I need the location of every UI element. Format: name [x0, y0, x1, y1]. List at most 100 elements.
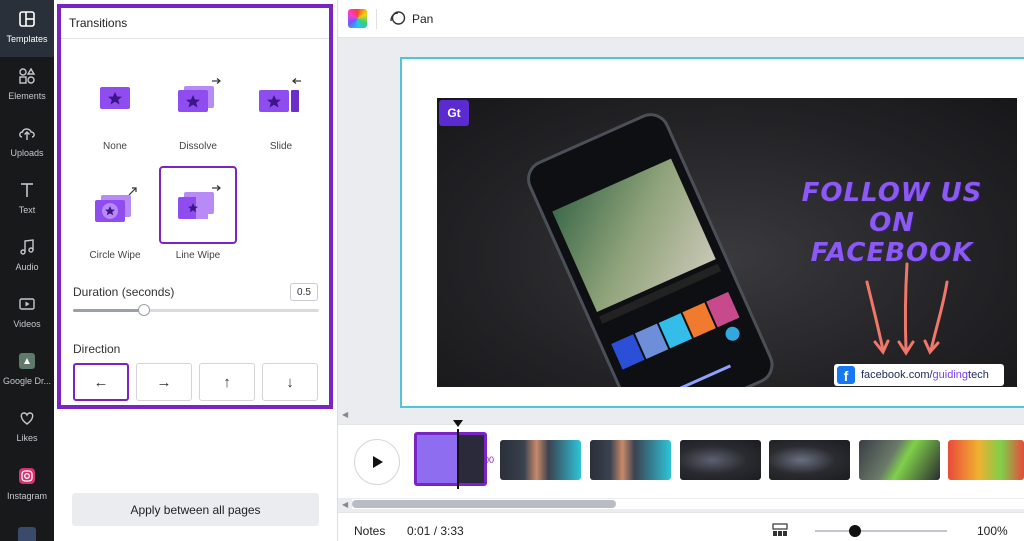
timeline-clip-1[interactable]	[414, 432, 487, 486]
title-divider	[61, 38, 329, 39]
audio-icon	[20, 239, 34, 255]
rail-label-google-drive: Google Dr...	[2, 376, 52, 386]
arrow-right-icon: →	[156, 373, 172, 391]
rail-item-likes[interactable]: Likes	[0, 399, 54, 456]
rail-label-audio: Audio	[15, 262, 39, 272]
direction-left-button[interactable]: ←	[73, 363, 129, 401]
rail-item-templates[interactable]: Templates	[0, 0, 54, 57]
line-wipe-transition-icon	[178, 185, 221, 219]
duration-slider-fill	[73, 309, 145, 312]
direction-down-button[interactable]: ↓	[262, 363, 318, 401]
text-icon	[21, 183, 33, 197]
rail-label-elements: Elements	[8, 91, 46, 101]
facebook-icon: f	[837, 366, 855, 384]
playhead[interactable]	[457, 429, 459, 489]
rail-more-icon[interactable]	[18, 527, 36, 541]
canvas-area: Gt FOLLOW US ON FACEBOOK f facebook.com/…	[338, 38, 1024, 408]
pan-icon[interactable]	[389, 10, 406, 27]
top-toolbar: Pan	[338, 0, 1024, 38]
zoom-level: 100%	[977, 524, 1008, 538]
templates-icon	[19, 11, 35, 27]
timeline-clip-3[interactable]	[590, 440, 671, 480]
facebook-url-handle-b: tech	[968, 369, 989, 381]
uploads-icon	[19, 128, 35, 140]
timeline-scroll-left-icon[interactable]: ◀	[342, 500, 348, 509]
pointing-arrows	[865, 262, 949, 356]
rail-item-google-drive[interactable]: Google Dr...	[0, 342, 54, 399]
play-button[interactable]	[354, 439, 400, 485]
facebook-url-banner: f facebook.com/guidingtech	[834, 364, 1004, 386]
transition-slide[interactable]	[242, 59, 320, 137]
videos-icon	[19, 298, 35, 310]
rail-label-instagram: Instagram	[6, 491, 48, 501]
dissolve-transition-icon	[178, 78, 221, 112]
arrow-left-icon: ←	[93, 373, 109, 391]
transitions-highlight-box: Transitions None Dissolve Slide Circle W…	[57, 4, 333, 409]
headline-text: FOLLOW US ON FACEBOOK	[777, 178, 1007, 268]
timeline-scrollbar-thumb[interactable]	[352, 500, 616, 508]
heart-icon	[20, 412, 34, 425]
slide-transition-icon	[259, 78, 301, 112]
rail-label-videos: Videos	[13, 319, 41, 329]
elements-icon	[19, 67, 36, 84]
none-transition-icon	[100, 87, 130, 109]
apply-all-pages-button[interactable]: Apply between all pages	[72, 493, 319, 526]
transition-label-slide: Slide	[269, 141, 293, 152]
transition-line-wipe[interactable]	[159, 166, 237, 244]
timeline-clip-4[interactable]	[680, 440, 761, 480]
clip-4-thumbnail	[680, 440, 761, 480]
rail-item-uploads[interactable]: Uploads	[0, 114, 54, 171]
transition-circle-wipe[interactable]	[76, 169, 154, 247]
rail-item-text[interactable]: Text	[0, 171, 54, 228]
pan-button[interactable]: Pan	[412, 12, 433, 26]
circle-wipe-transition-icon	[95, 187, 137, 222]
rail-item-elements[interactable]: Elements	[0, 57, 54, 114]
toolbar-divider	[376, 9, 377, 29]
rail-item-videos[interactable]: Videos	[0, 285, 54, 342]
facebook-url: facebook.com/guidingtech	[861, 369, 989, 381]
headline-line-1: FOLLOW US ON	[801, 178, 983, 238]
rail-item-instagram[interactable]: Instagram	[0, 457, 54, 514]
transition-dissolve[interactable]	[159, 59, 237, 137]
timeline-scroll-up-icon[interactable]: ◀	[342, 410, 348, 419]
panel-title: Transitions	[69, 16, 128, 30]
rail-item-audio[interactable]: Audio	[0, 228, 54, 285]
clip-trim-handle-icon[interactable]: 00	[484, 455, 494, 465]
direction-up-button[interactable]: ↑	[199, 363, 255, 401]
clip-1-thumbnail	[417, 435, 484, 483]
timeline-clip-6[interactable]	[859, 440, 940, 480]
duration-slider-thumb[interactable]	[138, 304, 151, 316]
duration-slider[interactable]	[73, 304, 319, 316]
clip-7-thumbnail	[948, 440, 1024, 480]
facebook-url-handle-a: guiding	[932, 369, 969, 381]
clip-6-thumbnail	[859, 440, 940, 480]
duration-input[interactable]: 0.5	[290, 283, 318, 301]
notes-button[interactable]: Notes	[354, 524, 385, 538]
playback-time: 0:01 / 3:33	[407, 524, 464, 538]
transitions-panel: Transitions None Dissolve Slide Circle W…	[54, 0, 338, 541]
gt-logo: Gt	[439, 100, 469, 126]
rail-label-uploads: Uploads	[10, 148, 44, 158]
left-rail: Templates Elements Uploads Text Audio Vi…	[0, 0, 54, 541]
clip-3-thumbnail	[590, 440, 671, 480]
timeline-clip-2[interactable]	[500, 440, 581, 480]
grid-view-icon[interactable]	[772, 523, 788, 537]
play-icon	[373, 456, 383, 468]
direction-right-button[interactable]: →	[136, 363, 192, 401]
zoom-slider-thumb[interactable]	[848, 525, 861, 537]
timeline-scrollbar[interactable]	[352, 499, 1024, 509]
playhead-handle[interactable]	[453, 420, 463, 427]
rail-label-likes: Likes	[16, 433, 38, 443]
zoom-slider[interactable]	[815, 525, 947, 537]
rail-label-text: Text	[18, 205, 36, 215]
color-picker-icon[interactable]	[348, 9, 367, 28]
clip-5-thumbnail	[769, 440, 850, 480]
duration-label: Duration (seconds)	[73, 285, 175, 299]
timeline: 00	[338, 420, 1024, 498]
video-frame[interactable]: Gt FOLLOW US ON FACEBOOK f facebook.com/…	[437, 98, 1017, 387]
transition-none[interactable]	[76, 59, 154, 137]
design-page[interactable]: Gt FOLLOW US ON FACEBOOK f facebook.com/…	[400, 57, 1024, 408]
rail-label-templates: Templates	[6, 34, 48, 44]
timeline-clip-5[interactable]	[769, 440, 850, 480]
timeline-clip-7[interactable]	[948, 440, 1024, 480]
